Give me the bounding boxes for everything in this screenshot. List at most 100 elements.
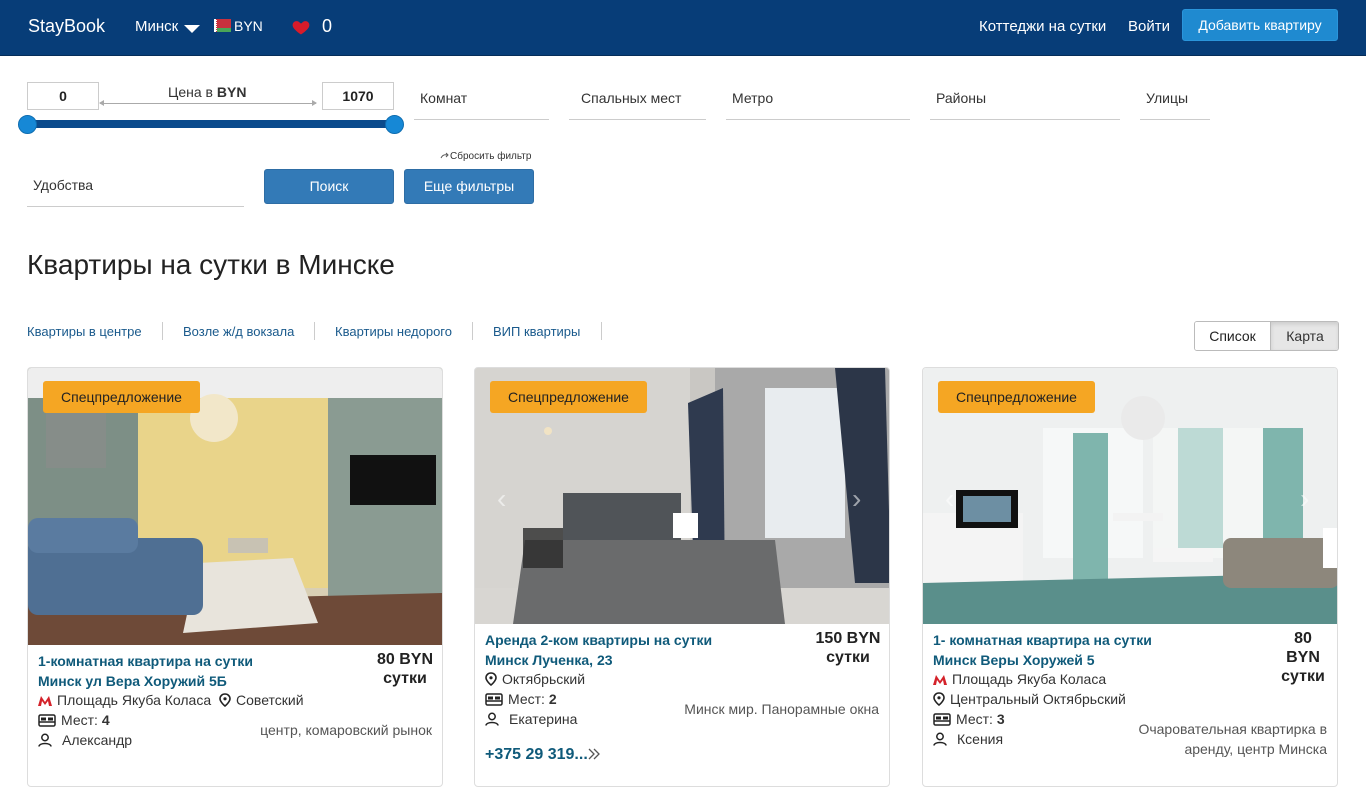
next-photo-icon[interactable]: › <box>1300 483 1309 515</box>
metro-row: Площадь Якуба Коласа Советский <box>38 690 304 710</box>
listing-price: 80 BYN сутки <box>1273 629 1333 686</box>
places-row: Мест: 2 <box>485 689 557 709</box>
listing-card[interactable]: Спецпредложение ‹ › 1- комнатная квартир… <box>922 367 1338 787</box>
price-currency: BYN <box>1286 649 1320 666</box>
listing-card[interactable]: Спецпредложение ‹ › Аренда 2-ком квартир… <box>474 367 890 787</box>
listing-title[interactable]: 1-комнатная квартира на сутки Минск ул В… <box>38 651 253 691</box>
user-icon <box>933 732 947 746</box>
nav-link-cottages[interactable]: Коттеджи на сутки <box>979 18 1106 35</box>
listing-title-line: Аренда 2-ком квартиры на сутки <box>485 632 713 648</box>
price-label-currency: BYN <box>216 84 247 100</box>
district: Советский <box>236 692 304 708</box>
price-min-input[interactable]: 0 <box>27 82 99 110</box>
places-count: 2 <box>548 691 557 707</box>
listing-title-line: Минск ул Вера Хоружий 5Б <box>38 673 227 689</box>
places-label: Мест: <box>61 712 98 728</box>
list-view-button[interactable]: Список <box>1195 322 1271 350</box>
special-offer-badge: Спецпредложение <box>490 381 647 413</box>
listing-card[interactable]: Спецпредложение 1-комнатная квартира на … <box>27 367 443 787</box>
metro-icon <box>933 675 947 685</box>
places-row: Мест: 3 <box>933 709 1005 729</box>
price-unit: сутки <box>383 670 427 687</box>
special-offer-badge: Спецпредложение <box>43 381 200 413</box>
listing-description: Минск мир. Панорамные окна <box>684 701 879 717</box>
bed-icon <box>485 693 503 706</box>
price-max-input[interactable]: 1070 <box>322 82 394 110</box>
metro-dropdown[interactable]: Метро <box>726 80 910 120</box>
listing-description: Очаровательная квартирка в аренду, центр… <box>1138 719 1327 759</box>
quick-link-railway[interactable]: Возле ж/д вокзала <box>183 324 294 339</box>
map-view-button[interactable]: Карта <box>1271 322 1338 350</box>
host-name: Екатерина <box>509 711 578 727</box>
districts-dropdown[interactable]: Районы <box>930 80 1120 120</box>
description-line: аренду, центр Минска <box>1184 741 1327 757</box>
listing-title[interactable]: 1- комнатная квартира на сутки Минск Вер… <box>933 630 1152 670</box>
beds-dropdown[interactable]: Спальных мест <box>569 80 706 120</box>
listing-title[interactable]: Аренда 2-ком квартиры на сутки Минск Луч… <box>485 630 712 670</box>
host-name: Александр <box>62 732 133 748</box>
divider <box>472 322 473 340</box>
favorites-count[interactable]: 0 <box>322 16 332 37</box>
user-icon <box>485 712 499 726</box>
places-label: Мест: <box>956 711 993 727</box>
listing-photo[interactable]: Спецпредложение ‹ › <box>923 368 1337 624</box>
phone-link[interactable]: +375 29 319... <box>485 746 600 764</box>
places-label: Мест: <box>508 691 545 707</box>
page-title: Квартиры на сутки в Минске <box>27 249 395 280</box>
quick-link-vip[interactable]: ВИП квартиры <box>493 324 580 339</box>
streets-dropdown[interactable]: Улицы <box>1140 80 1210 120</box>
chevron-down-icon[interactable] <box>184 25 200 33</box>
price-unit: сутки <box>1281 668 1325 685</box>
district-row: Октябрьский <box>485 669 585 689</box>
district-row: Центральный Октябрьский <box>933 689 1126 709</box>
currency-selector[interactable]: BYN <box>234 18 263 34</box>
quick-link-cheap[interactable]: Квартиры недорого <box>335 324 452 339</box>
price-label: Цена в BYN <box>168 84 246 100</box>
bed-icon <box>38 714 56 727</box>
divider <box>162 322 163 340</box>
add-apartment-button[interactable]: Добавить квартиру <box>1182 9 1338 41</box>
prev-photo-icon[interactable]: ‹ <box>497 483 506 515</box>
metro-station: Площадь Якуба Коласа <box>57 692 212 708</box>
belarus-flag-icon[interactable] <box>214 19 231 32</box>
city-selector[interactable]: Минск <box>135 18 178 35</box>
phone-number: +375 29 319... <box>485 746 588 763</box>
more-filters-button[interactable]: Еще фильтры <box>404 169 534 204</box>
price-amount: 150 BYN <box>815 630 881 647</box>
reset-filter-label: Сбросить фильтр <box>450 151 532 162</box>
places-row: Мест: 4 <box>38 710 110 730</box>
listing-price: 150 BYN сутки <box>811 629 885 667</box>
next-photo-icon[interactable]: › <box>852 483 861 515</box>
price-slider-track[interactable] <box>27 120 394 128</box>
metro-icon <box>38 696 52 706</box>
listing-photo[interactable]: Спецпредложение ‹ › <box>475 368 889 624</box>
price-label-text: Цена в <box>168 84 213 100</box>
price-slider-min-handle[interactable] <box>18 115 37 134</box>
listing-title-line: Минск Веры Хоружей 5 <box>933 652 1095 668</box>
listing-photo[interactable]: Спецпредложение <box>28 368 442 645</box>
price-unit: сутки <box>826 649 870 666</box>
district: Центральный Октябрьский <box>950 691 1126 707</box>
special-offer-badge: Спецпредложение <box>938 381 1095 413</box>
search-button[interactable]: Поиск <box>264 169 394 204</box>
listing-title-line: 1-комнатная квартира на сутки <box>38 653 254 669</box>
login-link[interactable]: Войти <box>1128 18 1170 35</box>
top-navbar: StayBook Минск BYN 0 Коттеджи на сутки В… <box>0 0 1366 56</box>
prev-photo-icon[interactable]: ‹ <box>945 483 954 515</box>
view-toggle: Список Карта <box>1194 321 1339 351</box>
divider <box>601 322 602 340</box>
metro-row: Площадь Якуба Коласа <box>933 669 1106 689</box>
price-range-arrow <box>99 100 317 106</box>
rooms-dropdown[interactable]: Комнат <box>414 80 549 120</box>
listing-description: центр, комаровский рынок <box>260 722 432 738</box>
price-slider-max-handle[interactable] <box>385 115 404 134</box>
listing-price: 80 BYN сутки <box>368 650 442 688</box>
quick-link-center[interactable]: Квартиры в центре <box>27 324 142 339</box>
brand-logo[interactable]: StayBook <box>28 16 105 37</box>
double-chevron-right-icon <box>588 748 600 760</box>
reset-filter-link[interactable]: Сбросить фильтр <box>440 151 531 162</box>
heart-icon[interactable] <box>291 17 311 37</box>
host-row: Александр <box>38 730 132 750</box>
amenities-dropdown[interactable]: Удобства <box>27 167 244 207</box>
price-amount: 80 BYN <box>376 651 434 668</box>
